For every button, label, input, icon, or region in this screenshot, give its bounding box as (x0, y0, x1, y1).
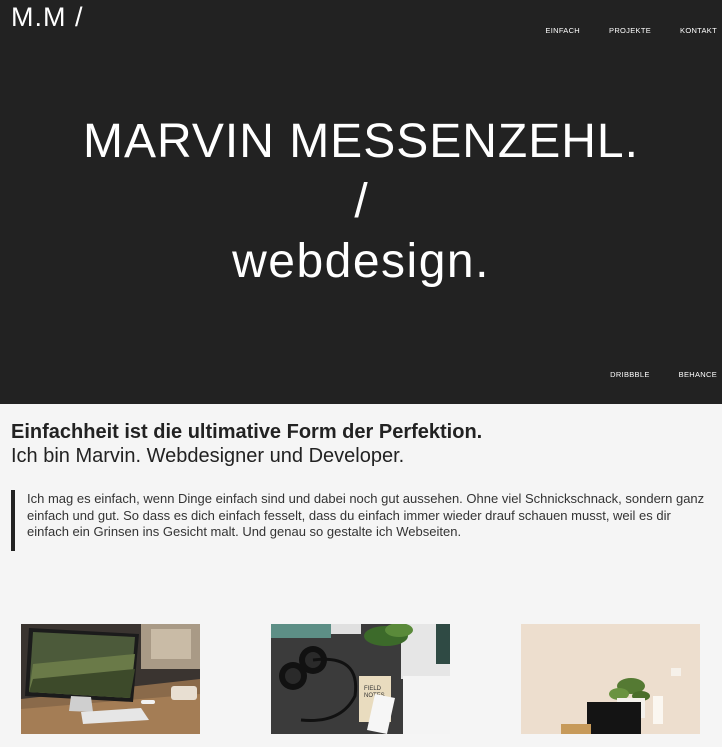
hero-section: M.M / EINFACH PROJEKTE KONTAKT MARVIN ME… (0, 0, 722, 404)
intro-headline: Einfachheit ist die ultimative Form der … (11, 421, 483, 443)
project-thumb-headphones-notebook[interactable]: FIELD NOTES (271, 624, 450, 734)
nav-link-kontakt[interactable]: KONTAKT (680, 26, 717, 35)
social-links: DRIBBBLE BEHANCE (581, 370, 717, 379)
hero-title-divider: / (354, 175, 368, 228)
nav-link-projekte[interactable]: PROJEKTE (609, 26, 651, 35)
nav-link-einfach[interactable]: EINFACH (545, 26, 580, 35)
hero-title: MARVIN MESSENZEHL. / webdesign. (0, 112, 722, 292)
project-gallery: FIELD NOTES (0, 624, 722, 747)
project-thumb-imac-desk[interactable] (21, 624, 200, 734)
intro-subheadline: Ich bin Marvin. Webdesigner und Develope… (11, 445, 405, 467)
headphones-notebook-image: FIELD NOTES (271, 624, 450, 734)
project-thumb-plant-desk[interactable] (521, 624, 700, 734)
main-nav: EINFACH PROJEKTE KONTAKT (516, 26, 717, 35)
plant-desk-image (521, 624, 700, 734)
svg-text:FIELD: FIELD (364, 686, 382, 692)
hero-title-role: webdesign. (232, 235, 490, 288)
social-link-dribbble[interactable]: DRIBBBLE (610, 370, 650, 379)
intro-quote-text: Ich mag es einfach, wenn Dinge einfach s… (27, 491, 705, 539)
social-link-behance[interactable]: BEHANCE (679, 370, 717, 379)
site-logo[interactable]: M.M / (11, 2, 84, 33)
intro-section: Einfachheit ist die ultimative Form der … (11, 420, 711, 469)
hero-title-name: MARVIN MESSENZEHL. (83, 115, 639, 168)
imac-desk-image (21, 624, 200, 734)
intro-quote: Ich mag es einfach, wenn Dinge einfach s… (11, 490, 711, 551)
